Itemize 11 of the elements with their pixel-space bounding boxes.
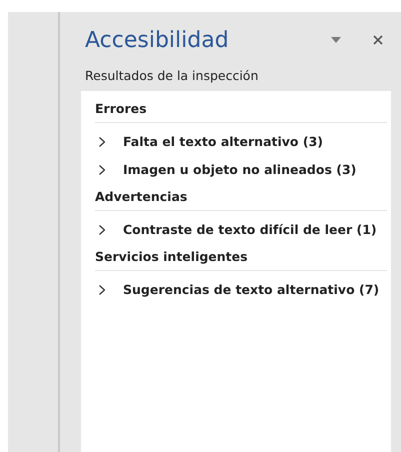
result-item[interactable]: Imagen u objeto no alineados (3) [95,157,387,183]
pane-title: Accesibilidad [84,28,230,52]
result-item[interactable]: Falta el texto alternativo (3) [95,129,387,155]
group-heading: Errores [95,97,387,123]
pane-subtitle: Resultados de la inspección [84,68,260,85]
group-heading: Servicios inteligentes [95,245,387,271]
group-heading: Advertencias [95,185,387,211]
result-item[interactable]: Contraste de texto difícil de leer (1) [95,217,387,243]
dropdown-icon[interactable] [331,37,341,43]
close-icon[interactable] [373,35,383,45]
result-item[interactable]: Sugerencias de texto alternativo (7) [95,277,387,303]
